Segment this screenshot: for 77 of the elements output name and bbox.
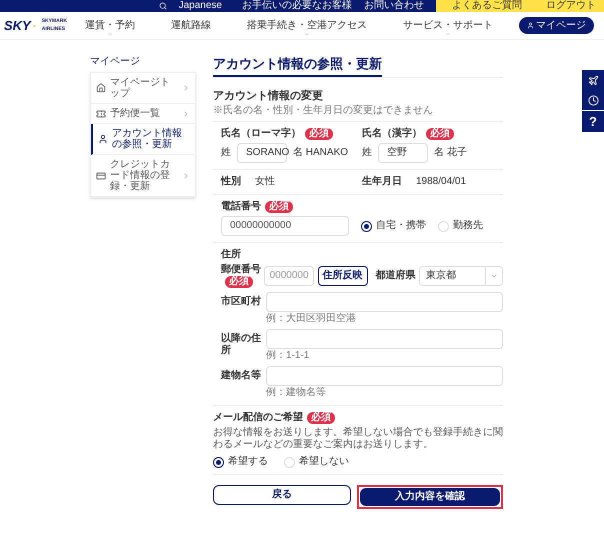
radio-option[interactable]: 自宅・携帯 xyxy=(361,220,426,232)
mail-description: お得な情報をお送りします。希望しない場合でも登録手続きに関わるメールなどの重要なご案内はお送りします。 xyxy=(213,427,503,451)
nav-link[interactable]: 運賃・予約 xyxy=(85,18,135,33)
field-label: 氏名（ローマ字） xyxy=(221,128,301,140)
radio-option[interactable]: 希望しない xyxy=(284,456,349,468)
field-label: 以降の住所 xyxy=(221,332,262,358)
field-label: 生年月日 xyxy=(362,176,402,188)
address-lookup-button[interactable]: 住所反映 xyxy=(318,266,368,286)
phone-field[interactable]: 00000000000 xyxy=(221,216,349,236)
address-field[interactable] xyxy=(266,292,503,312)
sidebar-item[interactable]: 予約便一覧 xyxy=(91,104,195,124)
sidebar-item[interactable]: クレジットカード情報の登録・更新 xyxy=(91,155,195,197)
field-label: 市区町村 xyxy=(221,294,262,309)
field-hint: 例：1-1-1 xyxy=(266,350,310,362)
home-icon xyxy=(96,83,106,93)
help-button[interactable]: ? xyxy=(582,110,604,132)
field-label: メール配信のご希望 xyxy=(213,412,303,424)
radio-button[interactable] xyxy=(213,456,224,468)
required-badge: 必須 xyxy=(225,276,253,288)
radio-button[interactable] xyxy=(361,220,372,232)
prefecture-select[interactable]: 東京都 xyxy=(419,266,503,286)
field-label: 氏名（漢字） xyxy=(362,128,422,140)
address-field[interactable] xyxy=(266,329,503,349)
address-field[interactable] xyxy=(266,366,503,386)
back-button[interactable]: 戻る xyxy=(213,485,351,505)
logout-link[interactable]: ログアウト xyxy=(546,0,604,12)
nav-link[interactable]: サービス・サポート xyxy=(403,18,493,33)
required-badge: 必須 xyxy=(265,201,293,213)
chevron-icon xyxy=(182,84,190,92)
card-icon xyxy=(96,170,106,180)
note-text: ※氏名の名・性別・生年月日の変更はできません xyxy=(213,105,503,122)
chevron-icon xyxy=(182,172,190,180)
search-icon[interactable] xyxy=(158,2,167,10)
field-label: 性別 xyxy=(221,176,241,188)
confirm-button[interactable]: 入力内容を確認 xyxy=(360,488,500,506)
chevron-icon xyxy=(445,31,451,37)
nav-link[interactable]: 運航路線 xyxy=(171,18,211,33)
first-name-text: 名 HANAKO xyxy=(293,147,348,159)
required-badge: 必須 xyxy=(307,412,335,424)
field-label: 郵便番号 xyxy=(221,264,262,276)
name-field[interactable]: 空野 xyxy=(378,143,428,163)
required-badge: 必須 xyxy=(426,128,454,140)
field-label: 姓 xyxy=(362,147,372,159)
field-label: 都道府県 xyxy=(376,270,417,282)
chevron-icon xyxy=(107,31,113,37)
required-badge: 必須 xyxy=(305,128,333,140)
first-name-text: 名 花子 xyxy=(434,147,467,159)
name-field[interactable]: SORANO xyxy=(237,143,287,163)
sidebar-item[interactable]: マイページトップ xyxy=(91,73,195,104)
field-value: 1988/04/01 xyxy=(416,176,466,188)
field-value: 女性 xyxy=(255,176,275,188)
top-link[interactable]: お問い合わせ xyxy=(364,0,424,12)
section-title: アカウント情報の変更 xyxy=(213,90,324,102)
sidebar-item[interactable]: アカウント情報の参照・更新 xyxy=(91,124,195,155)
field-label: 姓 xyxy=(221,147,231,159)
chevron-icon xyxy=(304,31,310,37)
field-label: 建物名等 xyxy=(221,368,262,383)
chevron-icon xyxy=(182,110,190,118)
radio-option[interactable]: 勤務先 xyxy=(438,220,483,232)
plane-icon xyxy=(588,74,598,86)
field-label: 住所 xyxy=(221,249,242,261)
chevron-icon xyxy=(490,272,498,280)
user-icon xyxy=(527,22,534,29)
ticket-icon xyxy=(96,108,106,118)
logo-text[interactable]: SKY xyxy=(4,16,31,36)
nav-link[interactable]: 搭乗手続き・空港アクセス xyxy=(247,18,367,33)
clock-icon xyxy=(588,94,598,106)
page-title: アカウント情報の参照・更新 xyxy=(213,56,382,77)
field-hint: 例：建物名等 xyxy=(266,387,327,399)
user-icon xyxy=(98,134,108,144)
field-label: 電話番号 xyxy=(221,201,261,213)
breadcrumb[interactable]: マイページ xyxy=(90,56,196,68)
faq-link[interactable]: よくあるご質問 xyxy=(436,0,546,12)
mypage-button[interactable]: マイページ xyxy=(519,17,594,34)
language-selector[interactable]: Japanese xyxy=(178,0,222,12)
radio-option[interactable]: 希望する xyxy=(213,456,268,468)
field-hint: 例：大田区羽田空港 xyxy=(266,313,357,325)
